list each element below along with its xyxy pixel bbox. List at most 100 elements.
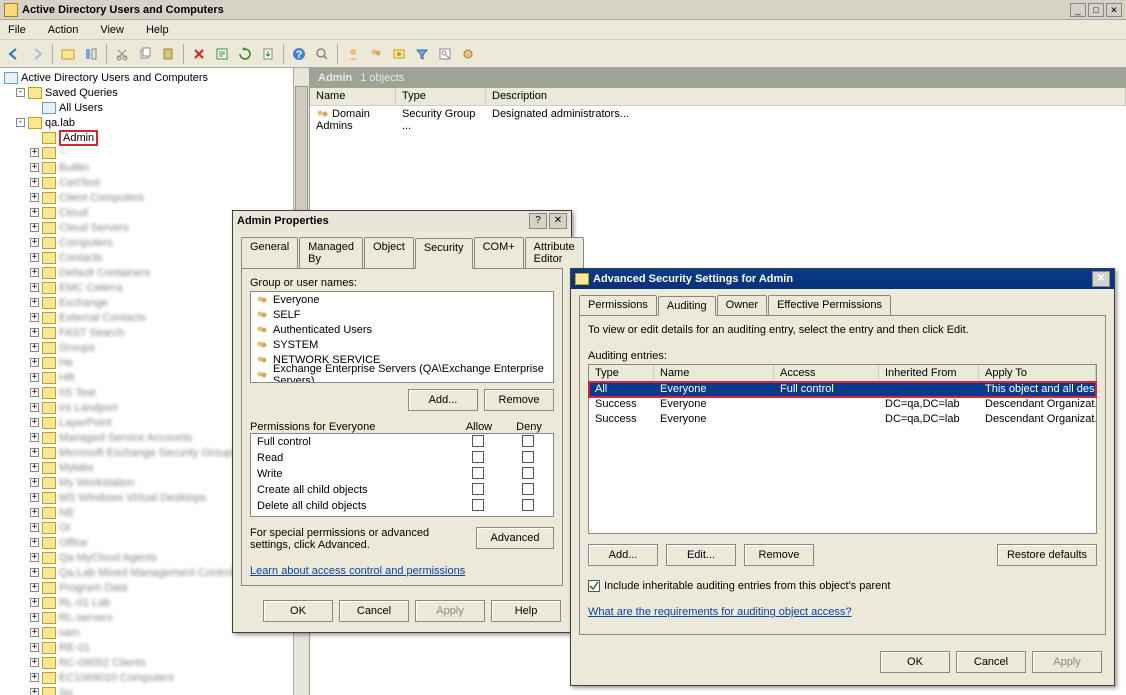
tab-general[interactable]: General — [241, 237, 298, 268]
deny-checkbox[interactable] — [522, 451, 534, 463]
expand-icon[interactable]: + — [30, 178, 39, 187]
minimize-button[interactable]: _ — [1070, 3, 1086, 17]
expand-icon[interactable]: + — [30, 238, 39, 247]
requirements-link[interactable]: What are the requirements for auditing o… — [588, 606, 1097, 618]
menu-action[interactable]: Action — [44, 22, 83, 38]
props-help-button[interactable]: ? — [529, 213, 547, 229]
show-hide-button[interactable] — [81, 44, 101, 64]
expand-icon[interactable]: + — [30, 148, 39, 157]
tree-item[interactable]: +Builtin — [2, 160, 307, 175]
expand-icon[interactable]: + — [30, 688, 39, 695]
new-ou-button[interactable] — [389, 44, 409, 64]
tree-root[interactable]: Active Directory Users and Computers — [2, 70, 307, 85]
allow-checkbox[interactable] — [472, 435, 484, 447]
deny-checkbox[interactable] — [522, 435, 534, 447]
adv-col-type[interactable]: Type — [589, 365, 654, 381]
auditing-entry-row[interactable]: SuccessEveryoneDC=qa,DC=labDescendant Or… — [589, 397, 1096, 412]
adv-col-name[interactable]: Name — [654, 365, 774, 381]
deny-checkbox[interactable] — [522, 467, 534, 479]
expand-icon[interactable]: + — [30, 478, 39, 487]
collapse-icon[interactable]: - — [16, 88, 25, 97]
tab-permissions[interactable]: Permissions — [579, 295, 657, 315]
deny-checkbox[interactable] — [522, 483, 534, 495]
tab-auditing[interactable]: Auditing — [658, 296, 716, 316]
expand-icon[interactable]: + — [30, 628, 39, 637]
expand-icon[interactable]: + — [30, 163, 39, 172]
find-button[interactable] — [312, 44, 332, 64]
options-button[interactable] — [458, 44, 478, 64]
allow-checkbox[interactable] — [472, 467, 484, 479]
adv-restore-button[interactable]: Restore defaults — [997, 544, 1097, 566]
learn-link[interactable]: Learn about access control and permissio… — [250, 565, 554, 577]
tab-effective[interactable]: Effective Permissions — [768, 295, 891, 315]
cut-button[interactable] — [112, 44, 132, 64]
props-close-button[interactable]: ✕ — [549, 213, 567, 229]
tab-owner[interactable]: Owner — [717, 295, 767, 315]
tab-managed-by[interactable]: Managed By — [299, 237, 363, 268]
new-user-button[interactable] — [343, 44, 363, 64]
expand-icon[interactable]: + — [30, 328, 39, 337]
adv-col-applyto[interactable]: Apply To — [979, 365, 1096, 381]
expand-icon[interactable]: + — [30, 598, 39, 607]
include-inheritable-checkbox[interactable] — [588, 580, 600, 592]
copy-button[interactable] — [135, 44, 155, 64]
forward-button[interactable] — [27, 44, 47, 64]
expand-icon[interactable]: + — [30, 268, 39, 277]
group-item[interactable]: Authenticated Users — [251, 322, 553, 337]
adv-remove-button[interactable]: Remove — [744, 544, 814, 566]
tree-domain[interactable]: -qa.lab — [2, 115, 307, 130]
group-item[interactable]: Exchange Enterprise Servers (QA\Exchange… — [251, 367, 553, 382]
expand-icon[interactable]: + — [30, 433, 39, 442]
auditing-entry-row[interactable]: SuccessEveryoneDC=qa,DC=labDescendant Or… — [589, 412, 1096, 427]
groups-add-button[interactable]: Add... — [408, 389, 478, 411]
expand-icon[interactable]: + — [30, 403, 39, 412]
adv-edit-button[interactable]: Edit... — [666, 544, 736, 566]
menu-view[interactable]: View — [96, 22, 128, 38]
allow-checkbox[interactable] — [472, 499, 484, 511]
tree-all-users[interactable]: All Users — [2, 100, 307, 115]
tree-saved-queries[interactable]: -Saved Queries — [2, 85, 307, 100]
allow-checkbox[interactable] — [472, 483, 484, 495]
expand-icon[interactable]: + — [30, 418, 39, 427]
expand-icon[interactable]: + — [30, 208, 39, 217]
permission-row[interactable]: Full control — [251, 434, 553, 450]
tree-item[interactable]: +CertTest — [2, 175, 307, 190]
tab-object[interactable]: Object — [364, 237, 414, 268]
props-apply-button[interactable]: Apply — [415, 600, 485, 622]
adv-apply-button[interactable]: Apply — [1032, 651, 1102, 673]
expand-icon[interactable]: + — [30, 358, 39, 367]
tree-item[interactable]: +RE-01 — [2, 640, 307, 655]
group-item[interactable]: Everyone — [251, 292, 553, 307]
col-name[interactable]: Name — [310, 88, 396, 105]
expand-icon[interactable]: + — [30, 448, 39, 457]
filter-button[interactable] — [412, 44, 432, 64]
adv-titlebar[interactable]: Advanced Security Settings for Admin ✕ — [571, 269, 1114, 289]
expand-icon[interactable]: + — [30, 568, 39, 577]
tab-security[interactable]: Security — [415, 238, 473, 269]
paste-button[interactable] — [158, 44, 178, 64]
tab-attribute-editor[interactable]: Attribute Editor — [525, 237, 584, 268]
menu-file[interactable]: File — [4, 22, 30, 38]
adv-col-access[interactable]: Access — [774, 365, 879, 381]
adv-cancel-button[interactable]: Cancel — [956, 651, 1026, 673]
tab-com[interactable]: COM+ — [474, 237, 524, 268]
maximize-button[interactable]: □ — [1088, 3, 1104, 17]
permissions-listbox[interactable]: Full controlReadWriteCreate all child ob… — [250, 433, 554, 517]
back-button[interactable] — [4, 44, 24, 64]
query-button[interactable] — [435, 44, 455, 64]
new-group-button[interactable] — [366, 44, 386, 64]
menu-help[interactable]: Help — [142, 22, 173, 38]
expand-icon[interactable]: + — [30, 298, 39, 307]
props-ok-button[interactable]: OK — [263, 600, 333, 622]
list-row[interactable]: Domain Admins Security Group ... Designa… — [310, 106, 1126, 134]
up-button[interactable] — [58, 44, 78, 64]
tree-item[interactable]: +~ — [2, 145, 307, 160]
advanced-button[interactable]: Advanced — [476, 527, 554, 549]
tree-item[interactable]: +Client Computers — [2, 190, 307, 205]
adv-ok-button[interactable]: OK — [880, 651, 950, 673]
expand-icon[interactable]: + — [30, 508, 39, 517]
permission-row[interactable]: Read — [251, 450, 553, 466]
adv-add-button[interactable]: Add... — [588, 544, 658, 566]
props-help-button2[interactable]: Help — [491, 600, 561, 622]
close-button[interactable]: ✕ — [1106, 3, 1122, 17]
